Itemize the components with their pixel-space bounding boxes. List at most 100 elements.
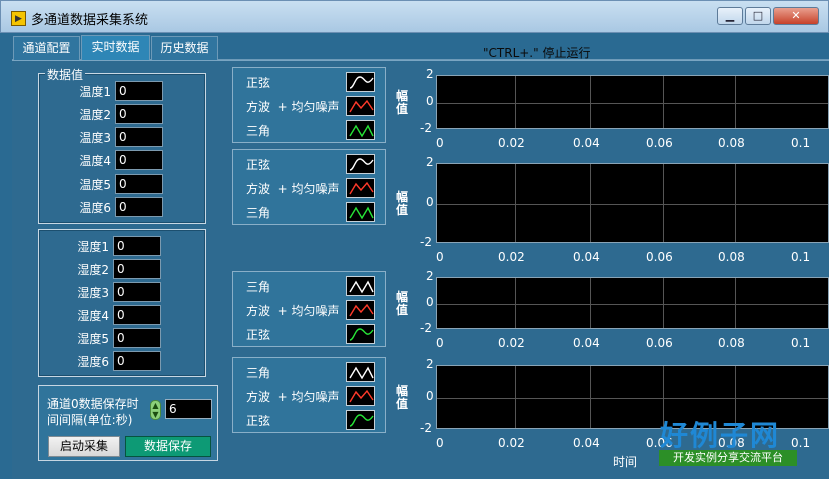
grid-line — [735, 76, 736, 128]
legend-swatch-icon — [346, 72, 375, 92]
temperature-row: 温度4 0 — [40, 150, 163, 170]
plot-legend: 正弦方波 + 均匀噪声 三角 — [232, 149, 386, 225]
temperature-value: 0 — [115, 127, 163, 147]
grid-line — [437, 204, 828, 205]
humidity-label: 湿度1 — [77, 239, 109, 254]
minimize-button[interactable]: ▁ — [717, 7, 743, 25]
x-tick-label: 0.1 — [791, 336, 811, 350]
legend-label: 三角 — [246, 206, 271, 220]
tab-channel-config[interactable]: 通道配置 — [13, 36, 80, 60]
maximize-button[interactable]: □ — [745, 7, 771, 25]
legend-label: 三角 — [246, 280, 271, 294]
temperature-row: 温度5 0 — [40, 174, 163, 194]
waveform-chart: 幅值 2 0 -2 0 0.02 0.04 0.06 0.08 0.1 — [388, 67, 829, 153]
tab-history-data[interactable]: 历史数据 — [151, 36, 218, 60]
legend-entry[interactable]: 正弦 — [233, 70, 387, 94]
run-hint: "CTRL+." 停止运行 — [483, 46, 591, 60]
save-interval-label: 通道0数据保存时间间隔(单位:秒) — [47, 397, 139, 427]
grid-line — [590, 164, 591, 242]
humidity-value: 0 — [113, 305, 161, 325]
humidity-value: 0 — [113, 328, 161, 348]
temperature-value: 0 — [115, 174, 163, 194]
legend-entry[interactable]: 方波 + 均匀噪声 — [233, 176, 387, 200]
app-icon: ▶ — [11, 11, 26, 26]
temperature-row: 温度6 0 — [40, 197, 163, 217]
legend-swatch-icon — [346, 96, 375, 116]
x-tick-label: 0.02 — [498, 336, 525, 350]
legend-label: 方波 + 均匀噪声 — [246, 182, 340, 196]
start-acquisition-button[interactable]: 启动采集 — [48, 436, 120, 457]
humidity-value: 0 — [113, 351, 161, 371]
grid-line — [663, 76, 664, 128]
humidity-label: 湿度2 — [77, 262, 109, 277]
legend-entry[interactable]: 正弦 — [233, 322, 387, 346]
humidity-row: 湿度1 0 — [38, 236, 161, 256]
grid-line — [515, 76, 516, 128]
save-interval-panel: 通道0数据保存时间间隔(单位:秒) ▲ ▼ 6 启动采集 数据保存 — [38, 385, 218, 461]
y-tick-label: 0 — [426, 94, 434, 108]
save-data-button[interactable]: 数据保存 — [125, 436, 211, 457]
legend-label: 方波 + 均匀噪声 — [246, 390, 340, 404]
legend-swatch-icon — [346, 410, 375, 430]
legend-entry[interactable]: 方波 + 均匀噪声 — [233, 384, 387, 408]
legend-entry[interactable]: 方波 + 均匀噪声 — [233, 298, 387, 322]
grid-line — [437, 398, 828, 399]
window-title: 多通道数据采集系统 — [31, 13, 149, 28]
x-tick-label: 0.04 — [573, 136, 600, 150]
legend-swatch-icon — [346, 324, 375, 344]
grid-line — [437, 304, 828, 305]
tab-strip: 通道配置 实时数据 历史数据 — [12, 35, 829, 60]
legend-entry[interactable]: 三角 — [233, 200, 387, 224]
interval-stepper[interactable]: ▲ ▼ — [150, 400, 161, 420]
legend-entry[interactable]: 三角 — [233, 360, 387, 384]
x-tick-label: 0.08 — [718, 136, 745, 150]
temperature-value: 0 — [115, 197, 163, 217]
x-tick-label: 0.04 — [573, 436, 600, 450]
x-tick-label: 0.1 — [791, 250, 811, 264]
grid-line — [735, 164, 736, 242]
temperature-label: 温度6 — [79, 200, 111, 215]
x-axis-label: 时间 — [613, 455, 638, 469]
y-tick-label: -2 — [420, 121, 432, 135]
humidity-label: 湿度4 — [77, 308, 109, 323]
waveform-chart: 幅值 2 0 -2 0 0.02 0.04 0.06 0.08 0.1 — [388, 155, 829, 267]
watermark: 好例子网 开发实例分享交流平台 — [658, 414, 798, 468]
x-tick-label: 0.06 — [646, 136, 673, 150]
temperature-label: 温度3 — [79, 130, 111, 145]
close-button[interactable]: ✕ — [773, 7, 819, 25]
legend-swatch-icon — [346, 178, 375, 198]
temperature-label: 温度5 — [79, 177, 111, 192]
legend-swatch-icon — [346, 362, 375, 382]
legend-swatch-icon — [346, 386, 375, 406]
legend-label: 正弦 — [246, 76, 271, 90]
humidity-row: 湿度4 0 — [38, 305, 161, 325]
legend-entry[interactable]: 正弦 — [233, 152, 387, 176]
y-axis-label: 幅值 — [396, 190, 409, 217]
legend-entry[interactable]: 方波 + 均匀噪声 — [233, 94, 387, 118]
plot-legend: 三角方波 + 均匀噪声正弦 — [232, 271, 386, 347]
temperature-row: 温度2 0 — [40, 104, 163, 124]
legend-label: 正弦 — [246, 328, 271, 342]
grid-line — [590, 278, 591, 328]
humidity-label: 湿度6 — [77, 354, 109, 369]
y-tick-label: -2 — [420, 321, 432, 335]
humidity-row: 湿度2 0 — [38, 259, 161, 279]
legend-entry[interactable]: 正弦 — [233, 408, 387, 432]
grid-line — [663, 164, 664, 242]
tab-realtime-data[interactable]: 实时数据 — [81, 35, 150, 60]
legend-entry[interactable]: 三角 — [233, 118, 387, 142]
legend-label: 方波 + 均匀噪声 — [246, 100, 340, 114]
temperature-label: 温度2 — [79, 107, 111, 122]
save-interval-input[interactable]: 6 — [165, 399, 212, 419]
humidity-value: 0 — [113, 259, 161, 279]
grid-line — [437, 103, 828, 104]
legend-entry[interactable]: 三角 — [233, 274, 387, 298]
waveform-chart: 幅值 2 0 -2 0 0.02 0.04 0.06 0.08 0.1 — [388, 269, 829, 355]
grid-line — [735, 278, 736, 328]
grid-line — [590, 76, 591, 128]
watermark-subtitle: 开发实例分享交流平台 — [659, 450, 797, 466]
grid-line — [515, 278, 516, 328]
plot-area — [436, 163, 829, 243]
y-axis-label: 幅值 — [396, 89, 409, 116]
x-tick-label: 0.02 — [498, 136, 525, 150]
